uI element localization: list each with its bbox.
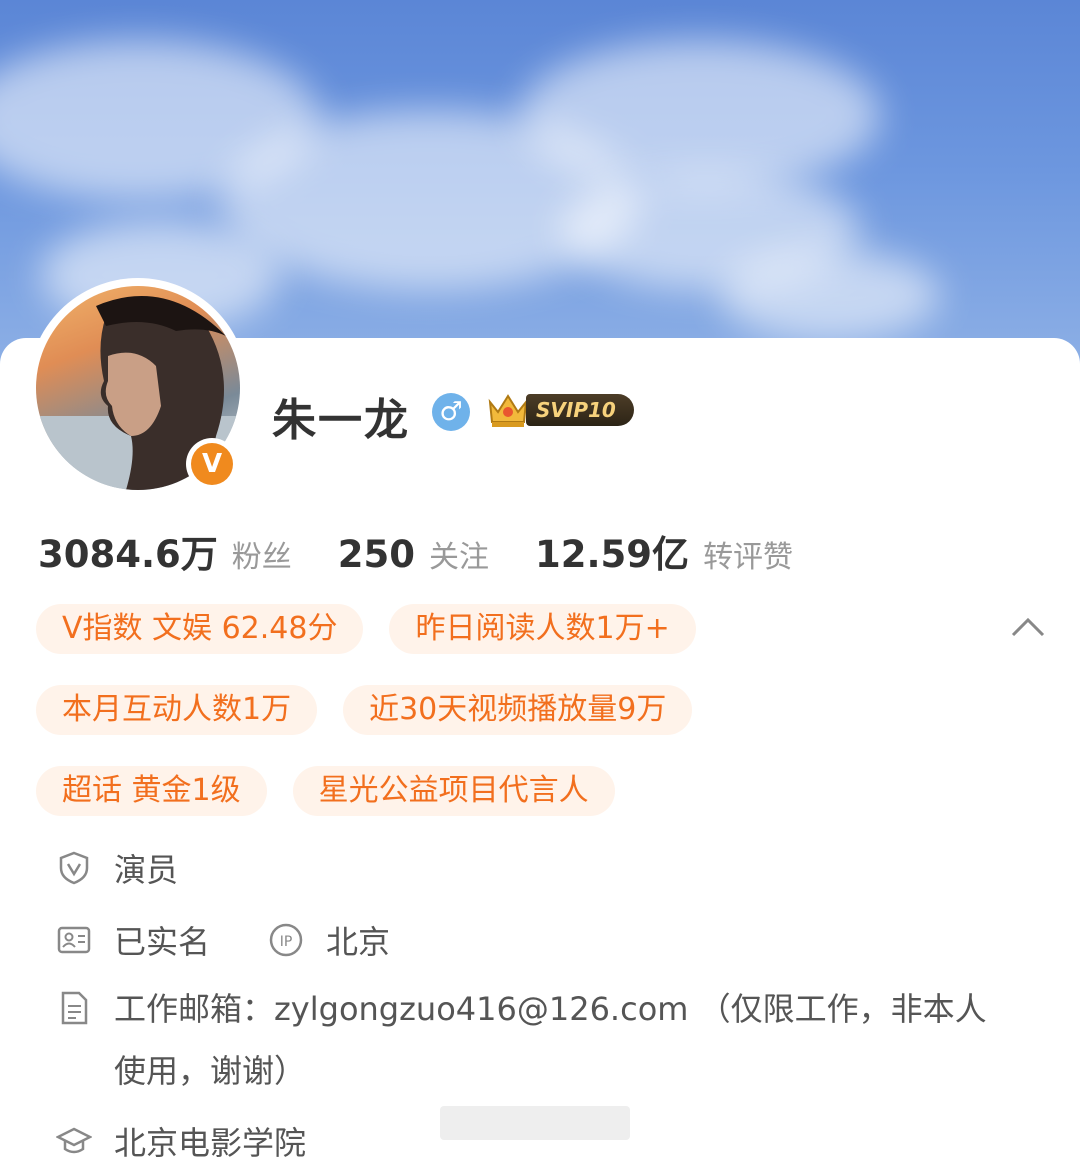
stats-bar: 3084.6万 粉丝 250 关注 12.59亿 转评赞	[38, 524, 839, 578]
id-card-icon	[57, 926, 91, 954]
info-real-name-text: 已实名	[114, 923, 211, 961]
verified-badge: V	[186, 438, 238, 490]
info-email-text[interactable]: 工作邮箱：zylgongzuo416@126.com （仅限工作，非本人使用，谢…	[114, 978, 994, 1102]
tag-yesterday-readers[interactable]: 昨日阅读人数1万+	[389, 604, 696, 654]
tag-video-plays[interactable]: 近30天视频播放量9万	[343, 685, 693, 735]
tag-v-index[interactable]: V指数 文娱 62.48分	[36, 604, 364, 654]
info-school: 北京电影学院	[56, 1118, 306, 1164]
document-icon	[61, 991, 88, 1025]
info-occupation-text: 演员	[114, 851, 179, 889]
profile-name: 朱一龙	[272, 395, 410, 446]
tag-charity-ambassador[interactable]: 星光公益项目代言人	[292, 766, 615, 816]
tag-row: 本月互动人数1万 近30天视频播放量9万	[36, 685, 1036, 735]
stat-label: 粉丝	[231, 540, 292, 575]
chevron-up-icon[interactable]	[1010, 616, 1046, 638]
stat-following[interactable]: 250 关注	[338, 532, 489, 576]
stat-label: 转评赞	[703, 540, 794, 575]
shield-v-icon	[59, 851, 89, 885]
svg-text:IP: IP	[280, 934, 293, 950]
stat-value: 12.59亿	[535, 533, 690, 576]
profile-tags: V指数 文娱 62.48分 昨日阅读人数1万+ 本月互动人数1万 近30天视频播…	[36, 604, 1036, 847]
info-school-text[interactable]: 北京电影学院	[114, 1118, 306, 1164]
stat-label: 关注	[429, 540, 490, 575]
ip-icon: IP	[269, 923, 303, 957]
stat-value: 3084.6万	[38, 533, 218, 576]
tag-row: V指数 文娱 62.48分 昨日阅读人数1万+	[36, 604, 1036, 654]
stat-interactions[interactable]: 12.59亿 转评赞	[535, 524, 793, 578]
info-identity: 已实名 IP 北京	[56, 917, 390, 963]
info-ip-location-text: 北京	[326, 923, 391, 961]
tag-row: 超话 黄金1级 星光公益项目代言人	[36, 766, 1036, 816]
info-occupation: 演员	[56, 845, 178, 891]
male-gender-icon: ♂	[432, 393, 470, 431]
crown-icon	[488, 394, 528, 427]
tag-supertopic[interactable]: 超话 黄金1级	[36, 766, 267, 816]
verified-v-icon: V	[191, 443, 233, 485]
graduation-cap-icon	[56, 1127, 92, 1154]
svip-label: SVIP10	[526, 394, 634, 426]
tag-monthly-interactions[interactable]: 本月互动人数1万	[36, 685, 318, 735]
info-email: 工作邮箱：zylgongzuo416@126.com （仅限工作，非本人使用，谢…	[56, 978, 994, 1102]
stat-value: 250	[337, 533, 416, 576]
watermark-bar	[440, 1106, 630, 1140]
stat-followers[interactable]: 3084.6万 粉丝	[38, 524, 292, 578]
svip-badge[interactable]: SVIP10	[484, 390, 634, 430]
